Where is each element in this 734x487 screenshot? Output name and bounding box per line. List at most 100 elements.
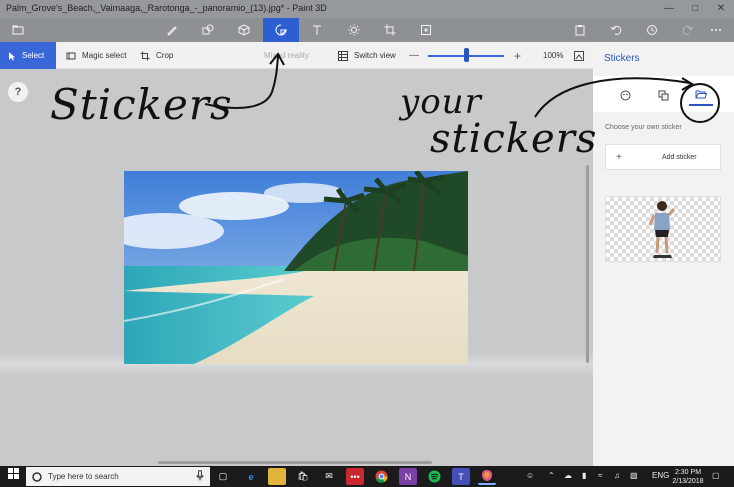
stickers-panel: Stickers Choose your own sticker + Add s… — [593, 42, 734, 466]
teams-button[interactable]: T — [452, 468, 470, 485]
select-button[interactable]: Select — [0, 42, 56, 69]
mixed-reality-button[interactable]: Mixed reality — [264, 42, 309, 69]
beach-photo — [124, 171, 468, 364]
tab-effects[interactable] — [336, 18, 372, 42]
fit-view-icon — [574, 50, 584, 61]
clock-date: 2/13/2018 — [672, 478, 704, 485]
tab-remix3d[interactable] — [408, 18, 444, 42]
switch-view-label: Switch view — [354, 51, 396, 60]
command-bar: Select Magic select Crop Mixed reality S… — [0, 42, 593, 69]
teams-icon: T — [458, 471, 464, 482]
main-toolbar — [0, 18, 734, 42]
onedrive-icon[interactable]: ☁ — [564, 471, 572, 480]
chevron-up-icon[interactable]: ⌃ — [548, 471, 555, 480]
people-icon[interactable]: ☺ — [526, 471, 534, 480]
red-app-button[interactable]: ••• — [346, 468, 364, 485]
task-view-icon: ▢ — [218, 471, 228, 481]
language-indicator[interactable]: ENG — [652, 471, 669, 480]
undo-icon — [610, 25, 622, 35]
custom-sticker-thumbnail[interactable] — [605, 196, 721, 262]
spotify-icon — [428, 470, 440, 483]
taskbar: Type here to search ▢ e 🛍 ✉ ••• N T ☺ ⌃ … — [0, 466, 734, 487]
add-sticker-button[interactable]: + Add sticker — [605, 144, 721, 170]
taskbar-search[interactable]: Type here to search — [26, 467, 210, 486]
onenote-button[interactable]: N — [399, 468, 417, 485]
start-button[interactable] — [0, 466, 26, 487]
zoom-slider-thumb[interactable] — [464, 48, 469, 62]
help-button[interactable]: ? — [8, 82, 28, 102]
tab-3d-shapes[interactable] — [226, 18, 262, 42]
file-explorer-button[interactable] — [268, 468, 286, 485]
undo-button[interactable] — [598, 18, 634, 42]
sticker-tabs — [593, 76, 734, 112]
add-icon: + — [616, 152, 622, 163]
crop-label: Crop — [156, 51, 174, 60]
paint3d-button[interactable] — [478, 468, 496, 485]
mail-button[interactable]: ✉ — [320, 468, 338, 485]
tab-text[interactable] — [299, 18, 335, 42]
mixed-reality-label: Mixed reality — [264, 51, 309, 60]
microphone-icon[interactable] — [196, 470, 204, 481]
edge-icon: e — [248, 471, 254, 482]
store-button[interactable]: 🛍 — [294, 468, 312, 485]
close-button[interactable]: ✕ — [708, 0, 734, 18]
zoom-in-button[interactable]: + — [514, 42, 521, 69]
more-icon — [711, 29, 721, 31]
task-view-button[interactable]: ▢ — [214, 468, 232, 485]
app-red-icon: ••• — [350, 471, 360, 482]
mail-icon: ✉ — [325, 471, 333, 481]
tab-custom-stickers[interactable] — [689, 84, 713, 106]
tab-canvas[interactable] — [372, 18, 408, 42]
sticker-icon — [620, 90, 630, 100]
shapes-icon — [658, 90, 668, 100]
2d-shapes-icon — [202, 24, 214, 35]
menu-button[interactable] — [0, 18, 36, 42]
magic-select-button[interactable]: Magic select — [66, 42, 126, 69]
beach-image[interactable] — [124, 171, 468, 364]
volume-icon[interactable]: ♫ — [614, 471, 620, 480]
minimize-button[interactable]: — — [656, 0, 682, 18]
person-sticker — [648, 201, 676, 258]
crop-button[interactable]: Crop — [140, 42, 173, 69]
canvas-area[interactable]: ? — [0, 69, 593, 466]
brush-icon — [167, 26, 177, 36]
switch-view-icon — [338, 50, 348, 61]
network-icon[interactable]: ▧ — [630, 471, 638, 480]
magic-select-icon — [66, 52, 76, 59]
cursor-icon — [9, 51, 15, 60]
3d-shapes-icon — [238, 24, 250, 36]
spotify-button[interactable] — [425, 468, 443, 485]
redo-icon — [682, 25, 694, 35]
clock[interactable]: 2:30 PM 2/13/2018 — [672, 468, 704, 486]
notifications-icon[interactable]: ▢ — [712, 471, 720, 480]
tab-sticker-stamps[interactable] — [613, 84, 637, 106]
tab-2d-shapes[interactable] — [190, 18, 226, 42]
battery-icon[interactable]: ▮ — [582, 471, 586, 480]
switch-view-button[interactable]: Switch view — [338, 42, 396, 69]
tab-stickers[interactable] — [263, 18, 299, 42]
chrome-icon — [375, 470, 388, 483]
remix3d-icon — [421, 25, 431, 35]
history-button[interactable] — [634, 18, 670, 42]
clock-time: 2:30 PM — [674, 469, 702, 476]
more-button[interactable] — [698, 18, 734, 42]
tab-brushes[interactable] — [154, 18, 190, 42]
tab-sticker-shapes[interactable] — [651, 84, 675, 106]
chrome-button[interactable] — [372, 468, 390, 485]
add-sticker-label: Add sticker — [662, 154, 697, 161]
fit-view-button[interactable] — [574, 42, 584, 69]
horizontal-scrollbar[interactable] — [158, 461, 432, 464]
canvas-icon — [384, 24, 396, 36]
paint3d-icon — [481, 470, 493, 481]
zoom-value: 100% — [543, 51, 564, 60]
wifi-icon[interactable]: ≈ — [598, 471, 602, 480]
edge-button[interactable]: e — [242, 468, 260, 485]
vertical-scrollbar[interactable] — [586, 165, 589, 363]
stickers-icon — [275, 24, 287, 36]
paste-button[interactable] — [562, 18, 598, 42]
folder-icon — [12, 25, 24, 35]
maximize-button[interactable]: □ — [682, 0, 708, 18]
zoom-out-button[interactable]: — — [409, 42, 419, 69]
onenote-icon: N — [404, 471, 412, 482]
cortana-icon — [32, 471, 42, 482]
